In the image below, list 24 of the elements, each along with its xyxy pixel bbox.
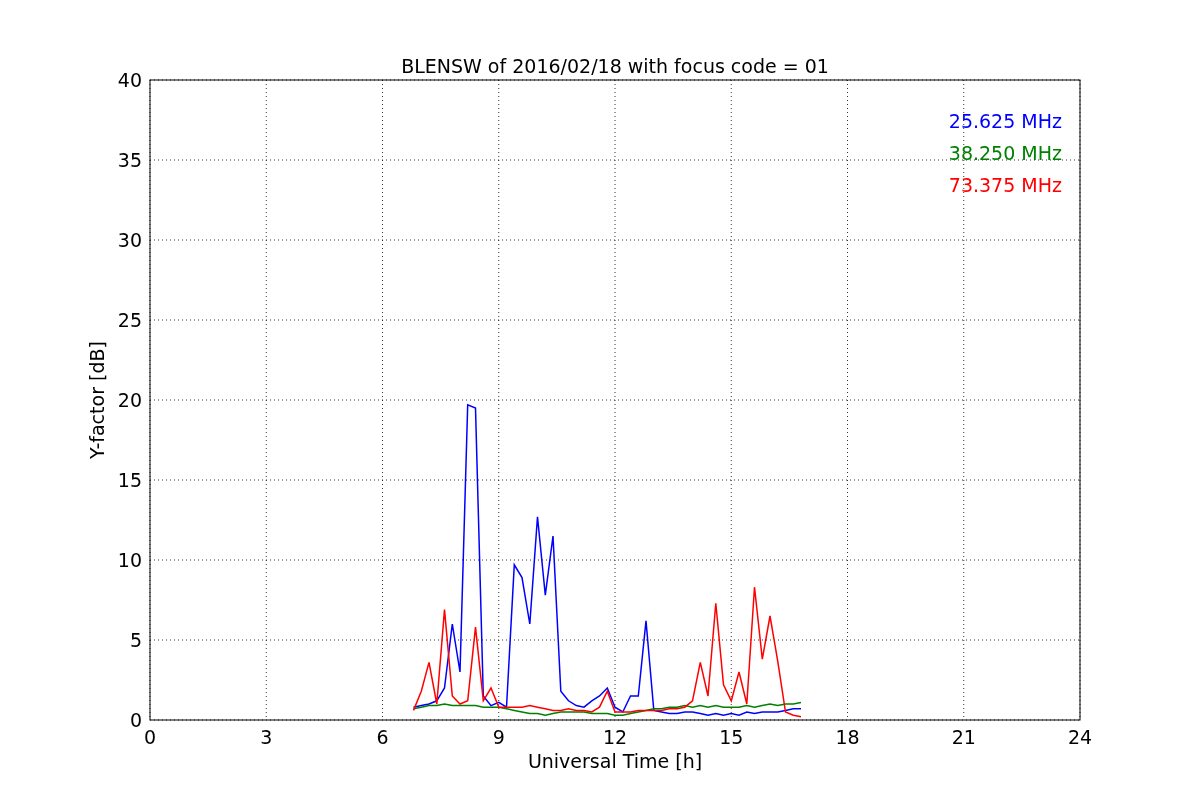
legend-label: 25.625 MHz <box>948 110 1062 132</box>
x-tick-label: 15 <box>719 726 744 748</box>
y-tick-label: 40 <box>117 69 142 91</box>
legend-label: 73.375 MHz <box>948 174 1062 196</box>
y-tick-label: 15 <box>117 469 142 491</box>
x-tick-label: 21 <box>951 726 976 748</box>
x-tick-label: 3 <box>260 726 273 748</box>
y-tick-label: 10 <box>117 549 142 571</box>
x-tick-label: 18 <box>835 726 860 748</box>
x-tick-label: 24 <box>1067 726 1093 748</box>
y-tick-label: 0 <box>129 709 142 731</box>
y-tick-label: 25 <box>117 309 142 331</box>
y-tick-label: 30 <box>117 229 142 251</box>
y-axis-label: Y-factor [dB] <box>86 341 108 459</box>
x-tick-label: 6 <box>376 726 389 748</box>
x-tick-label: 12 <box>602 726 628 748</box>
x-tick-label: 0 <box>143 726 157 748</box>
x-axis-label: Universal Time [h] <box>527 750 703 772</box>
y-tick-label: 35 <box>117 149 142 171</box>
legend-label: 38.250 MHz <box>948 142 1062 164</box>
y-tick-label: 20 <box>117 389 142 411</box>
chart-title: BLENSW of 2016/02/18 with focus code = 01 <box>401 55 829 77</box>
y-tick-label: 5 <box>129 629 142 651</box>
x-tick-label: 9 <box>492 726 505 748</box>
